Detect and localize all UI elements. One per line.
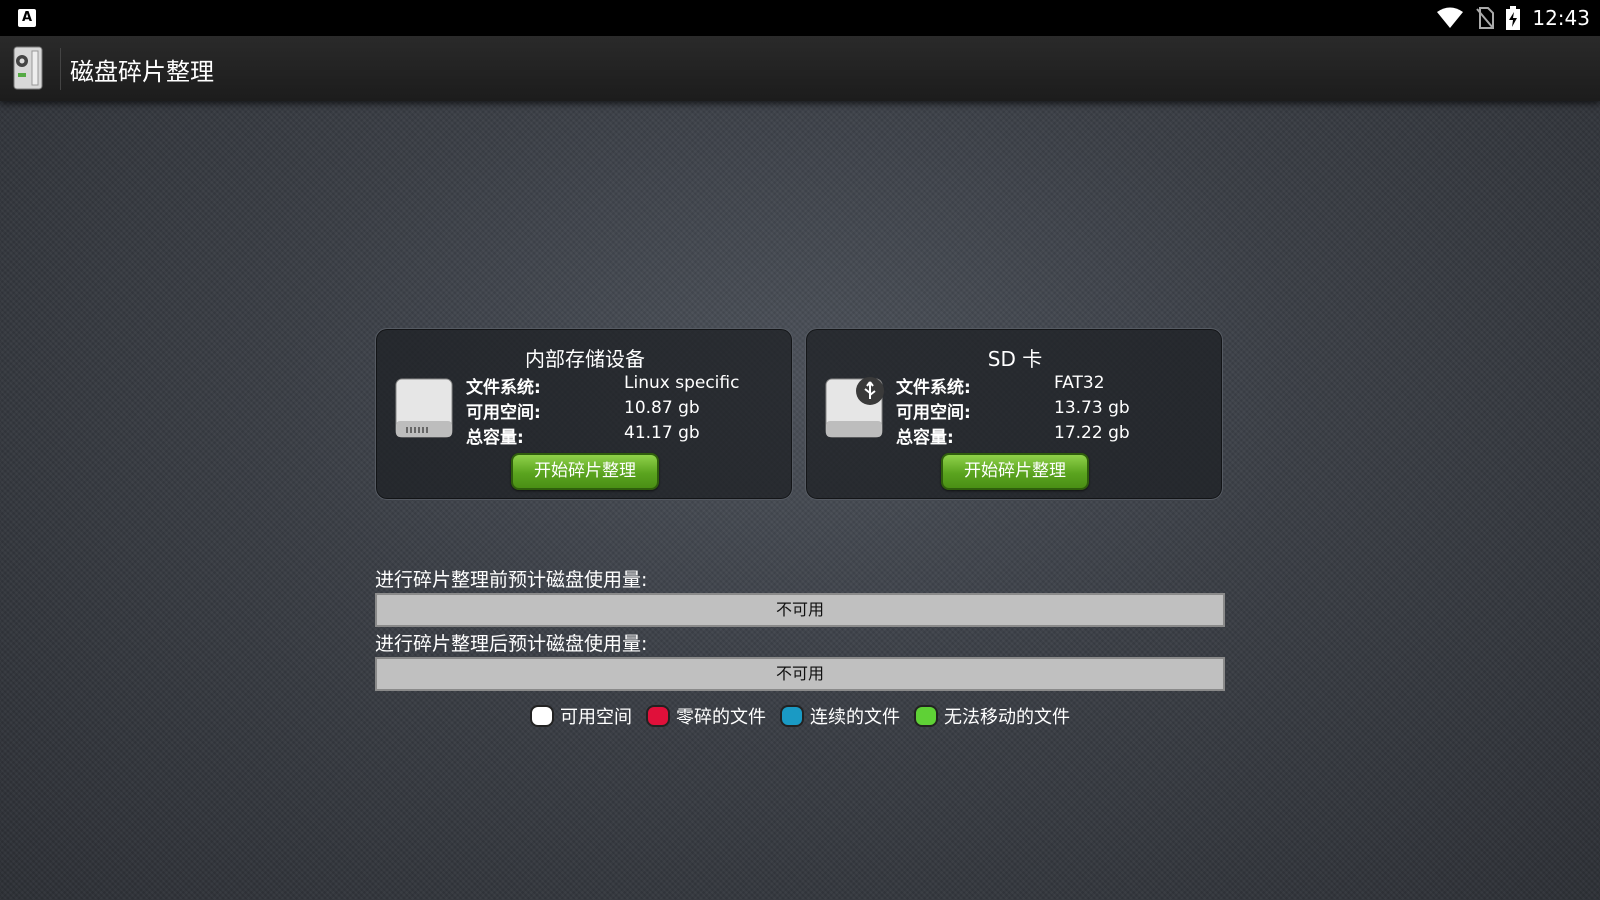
device-title: 内部存储设备	[525, 347, 645, 371]
wifi-icon	[1436, 7, 1464, 29]
free-space-label: 可用空间:	[896, 403, 971, 423]
clock: 12:43	[1532, 6, 1590, 30]
usage-after-bar: 不可用	[375, 657, 1225, 691]
legend-label: 连续的文件	[810, 707, 900, 728]
legend-swatch-blue	[780, 705, 804, 727]
usage-before-label: 进行碎片整理前预计磁盘使用量:	[375, 569, 648, 591]
filesystem-label: 文件系统:	[896, 378, 971, 398]
total-capacity-label: 总容量:	[896, 428, 954, 448]
filesystem-value: Linux specific	[624, 373, 740, 393]
start-defrag-sd-button[interactable]: 开始碎片整理	[941, 453, 1089, 490]
usage-after-label: 进行碎片整理后预计磁盘使用量:	[375, 633, 648, 655]
status-bar: A 12:43	[0, 0, 1600, 36]
legend-swatch-white	[530, 705, 554, 727]
legend-item-contiguous: 连续的文件	[780, 703, 900, 729]
filesystem-label: 文件系统:	[466, 378, 541, 398]
no-sim-icon	[1476, 7, 1495, 29]
legend-item-unmovable: 无法移动的文件	[914, 703, 1070, 729]
device-card-sd: SD 卡 文件系统: FAT32 可用空间: 13.73 gb 总容量: 17.…	[805, 328, 1223, 500]
legend-label: 零碎的文件	[676, 707, 766, 728]
free-space-label: 可用空间:	[466, 403, 541, 423]
main-content	[0, 101, 1600, 900]
notification-icon: A	[18, 9, 36, 27]
legend-label: 无法移动的文件	[944, 707, 1070, 728]
total-capacity-label: 总容量:	[466, 428, 524, 448]
usage-before-bar: 不可用	[375, 593, 1225, 627]
legend-item-fragmented: 零碎的文件	[646, 703, 766, 729]
legend-swatch-green	[914, 705, 938, 727]
start-defrag-internal-button[interactable]: 开始碎片整理	[511, 453, 659, 490]
filesystem-value: FAT32	[1054, 373, 1105, 393]
device-card-internal: 内部存储设备 文件系统: Linux specific 可用空间: 10.87 …	[375, 328, 793, 500]
page-title: 磁盘碎片整理	[70, 58, 214, 86]
free-space-value: 10.87 gb	[624, 398, 700, 418]
hard-drive-icon	[394, 377, 454, 439]
defrag-app-icon[interactable]	[10, 45, 46, 91]
total-capacity-value: 41.17 gb	[624, 423, 700, 443]
legend-label: 可用空间	[560, 707, 632, 728]
legend-swatch-red	[646, 705, 670, 727]
device-title: SD 卡	[987, 347, 1043, 371]
legend: 可用空间 零碎的文件 连续的文件 无法移动的文件	[530, 703, 1070, 729]
free-space-value: 13.73 gb	[1054, 398, 1130, 418]
legend-item-free: 可用空间	[530, 703, 632, 729]
usb-drive-icon	[824, 377, 884, 439]
app-bar-divider	[60, 48, 61, 90]
app-bar: 磁盘碎片整理	[0, 36, 1600, 101]
battery-charging-icon	[1506, 6, 1521, 30]
total-capacity-value: 17.22 gb	[1054, 423, 1130, 443]
